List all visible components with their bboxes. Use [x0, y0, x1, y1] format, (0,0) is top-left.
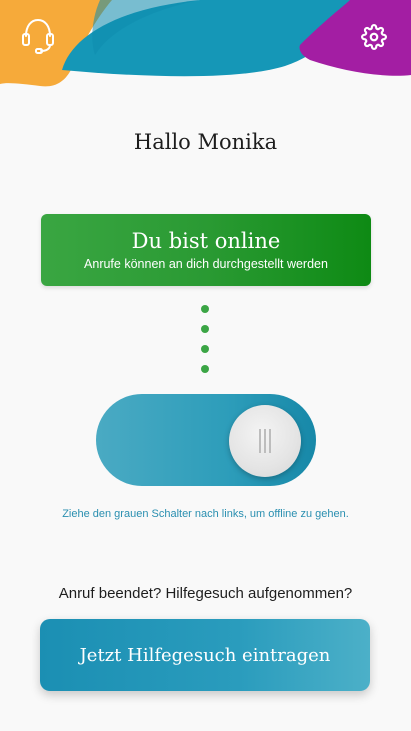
grip-icon [259, 429, 271, 453]
connector-dots [201, 305, 211, 385]
connector-dot [201, 325, 209, 333]
header-decoration [0, 0, 411, 87]
app-screen: Hallo Monika Du bist online Anrufe könne… [0, 0, 411, 731]
status-subtitle: Anrufe können an dich durchgestellt werd… [84, 257, 328, 271]
call-ended-question: Anruf beendet? Hilfegesuch aufgenommen? [58, 585, 353, 602]
submit-help-request-button[interactable]: Jetzt Hilfegesuch eintragen [40, 619, 370, 691]
connector-dot [201, 345, 209, 353]
online-status-card: Du bist online Anrufe können an dich dur… [41, 214, 371, 286]
toggle-hint: Ziehe den grauen Schalter nach links, um… [62, 508, 349, 520]
connector-dot [201, 305, 209, 313]
status-title: Du bist online [131, 229, 281, 253]
gear-icon[interactable] [352, 15, 396, 59]
greeting-heading: Hallo Monika [133, 130, 278, 154]
headset-icon[interactable] [16, 12, 60, 56]
toggle-handle[interactable] [229, 405, 301, 477]
connector-dot [201, 365, 209, 373]
